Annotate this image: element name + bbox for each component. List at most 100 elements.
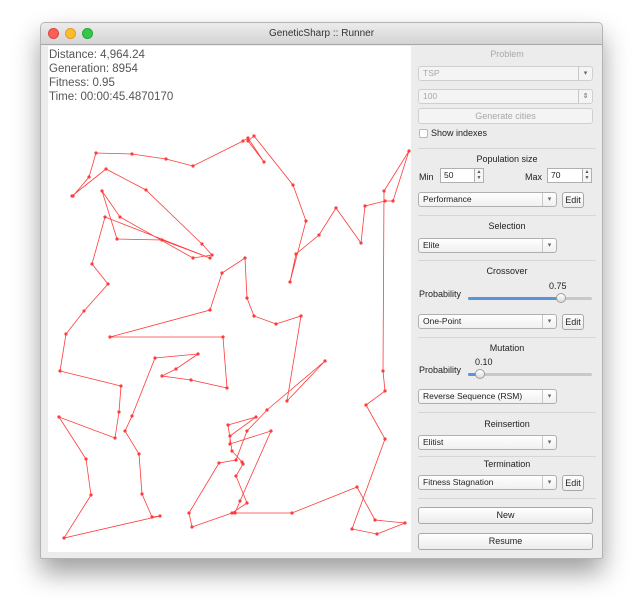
close-window-button[interactable] (48, 28, 59, 39)
city-point (262, 160, 266, 164)
city-point (137, 452, 141, 456)
city-point (64, 332, 68, 336)
selection-select[interactable]: Elite ▾ (418, 238, 557, 253)
city-point (71, 194, 75, 198)
problem-title: Problem (490, 49, 524, 59)
city-point (294, 252, 298, 256)
city-point (89, 493, 93, 497)
population-type-value: Performance (423, 194, 472, 204)
problem-select[interactable]: TSP ▾ (418, 66, 593, 81)
crossover-title: Crossover (486, 266, 528, 276)
city-point (58, 369, 62, 373)
stepper-icon[interactable]: ▲ ▼ (582, 168, 592, 183)
city-point (254, 415, 258, 419)
city-points (57, 134, 411, 540)
city-point (130, 414, 134, 418)
city-point (252, 314, 256, 318)
divider (418, 337, 596, 338)
population-type-select[interactable]: Performance ▾ (418, 192, 557, 207)
slider-thumb[interactable] (475, 369, 485, 379)
generate-cities-button[interactable]: Generate cities (418, 108, 593, 124)
termination-title: Termination (483, 459, 531, 469)
route-canvas: Distance: 4,964.24 Generation: 8954 Fitn… (48, 46, 411, 552)
city-point (230, 449, 234, 453)
selection-value: Elite (423, 240, 440, 250)
city-point (230, 511, 234, 515)
city-point (191, 256, 195, 260)
city-point (407, 149, 411, 153)
resume-button[interactable]: Resume (418, 533, 593, 550)
city-point (221, 335, 225, 339)
city-point (299, 314, 303, 318)
city-point (274, 322, 278, 326)
reinsertion-select[interactable]: Elitist ▾ (418, 435, 557, 450)
termination-select[interactable]: Fitness Stagnation ▾ (418, 475, 557, 490)
divider (418, 498, 596, 499)
divider (418, 412, 596, 413)
mutation-probability-slider[interactable] (468, 369, 592, 379)
city-point (90, 262, 94, 266)
mutation-probability-label: Probability (419, 365, 462, 375)
city-point (164, 157, 168, 161)
city-point (334, 206, 338, 210)
city-point (208, 308, 212, 312)
city-point (144, 188, 148, 192)
divider (418, 215, 596, 216)
chevron-down-icon: ▾ (542, 436, 556, 449)
city-point (359, 241, 363, 245)
population-title: Population size (476, 154, 538, 164)
city-point (84, 457, 88, 461)
stepper-icon[interactable]: ▲ ▼ (474, 168, 484, 183)
max-population-input[interactable]: 70 ▲ ▼ (547, 168, 592, 183)
city-point (225, 386, 229, 390)
crossover-edit-button[interactable]: Edit (562, 314, 584, 330)
chevron-down-icon: ▾ (542, 476, 556, 489)
min-label: Min (419, 172, 434, 182)
max-population-value: 70 (551, 170, 561, 180)
city-point (238, 499, 242, 503)
crossover-select[interactable]: One-Point ▾ (418, 314, 557, 329)
min-population-value: 50 (444, 170, 454, 180)
city-point (245, 296, 249, 300)
mutation-title: Mutation (489, 343, 525, 353)
mutation-select[interactable]: Reverse Sequence (RSM) ▾ (418, 389, 557, 404)
crossover-probability-value: 0.75 (549, 281, 567, 291)
city-point (87, 175, 91, 179)
city-point (373, 518, 377, 522)
city-point (174, 367, 178, 371)
city-point (233, 511, 237, 515)
chevron-down-icon: ▾ (578, 67, 592, 80)
city-point (158, 514, 162, 518)
termination-edit-button[interactable]: Edit (562, 475, 584, 491)
slider-thumb[interactable] (556, 293, 566, 303)
zoom-window-button[interactable] (82, 28, 93, 39)
city-point (115, 237, 119, 241)
city-point (100, 189, 104, 193)
city-point (57, 415, 61, 419)
city-point (375, 532, 379, 536)
cities-count-field[interactable]: 100 ⇕ (418, 89, 593, 104)
population-edit-button[interactable]: Edit (562, 192, 584, 208)
city-point (291, 183, 295, 187)
crossover-probability-slider[interactable] (468, 293, 592, 303)
show-indexes-checkbox[interactable] (419, 129, 428, 138)
city-point (234, 458, 238, 462)
divider (418, 456, 596, 457)
city-point (350, 527, 354, 531)
city-point (246, 136, 250, 140)
city-point (118, 215, 122, 219)
selection-title: Selection (488, 221, 526, 231)
max-label: Max (525, 172, 543, 182)
city-point (382, 189, 386, 193)
city-point (363, 204, 367, 208)
chevron-down-icon: ▾ (542, 315, 556, 328)
termination-value: Fitness Stagnation (423, 477, 494, 487)
city-point (217, 461, 221, 465)
generation-text: Generation: 8954 (49, 63, 138, 75)
min-population-input[interactable]: 50 ▲ ▼ (440, 168, 484, 183)
mutation-value: Reverse Sequence (RSM) (423, 391, 523, 401)
city-point (228, 442, 232, 446)
new-button[interactable]: New (418, 507, 593, 524)
city-point (241, 139, 245, 143)
minimize-window-button[interactable] (65, 28, 76, 39)
